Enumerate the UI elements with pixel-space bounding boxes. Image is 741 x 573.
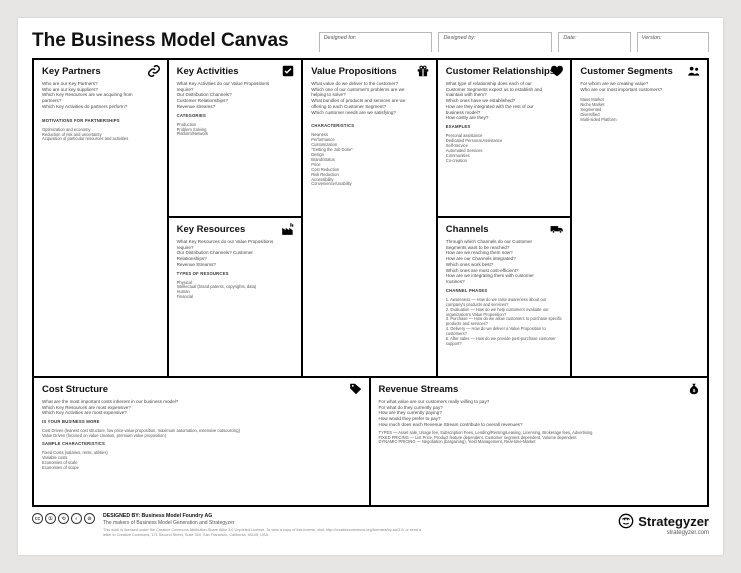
cell-questions: For what value are our customers really …: [379, 399, 667, 428]
cc-by-icon: ①: [45, 513, 56, 524]
cc-icon: cc: [32, 513, 43, 524]
meta-designed-for[interactable]: Designed for:: [319, 32, 433, 52]
cell-title: Value Propositions: [311, 66, 428, 77]
cell-sub: TYPES OF RESOURCESPhysicalIntellectual (…: [177, 271, 294, 301]
cell-cost-structure: Cost Structure What are the most importa…: [34, 378, 371, 505]
strategyzer-mark-icon: [618, 513, 634, 529]
cell-sub: CHARACTERISTICSNewnessPerformanceCustomi…: [311, 121, 428, 187]
designed-by-label: DESIGNED BY:: [103, 513, 140, 519]
cell-key-resources: Key Resources What Key Resources do our …: [169, 218, 302, 376]
cc-license-icons: cc ① ⟲ ◐ ⊘: [32, 513, 95, 524]
cell-sub: TYPES — Asset sale, Usage fee, Subscript…: [379, 431, 700, 446]
cell-title: Key Activities: [177, 66, 294, 77]
cell-sub: Mass MarketNiche MarketSegmentedDiversif…: [580, 98, 699, 123]
cell-questions: What type of relationship does each of o…: [446, 81, 551, 121]
cell-questions: Through which Channels do our Customer S…: [446, 239, 551, 285]
cell-sub: CATEGORIESProductionProblem SolvingPlatf…: [177, 113, 294, 138]
cell-customer-segments: Customer Segments For whom are we creati…: [572, 60, 707, 376]
designed-by-block: DESIGNED BY: Business Model Foundry AG T…: [103, 513, 423, 526]
money-bag-icon: $: [687, 382, 701, 396]
canvas-sheet: The Business Model Canvas Designed for: …: [18, 18, 723, 555]
meta-designed-by[interactable]: Designed by:: [438, 32, 552, 52]
gift-icon: [416, 64, 430, 78]
cell-questions: What are the most important costs inhere…: [42, 399, 329, 416]
cell-questions: Who are our Key Partners?Who are our key…: [42, 81, 147, 110]
canvas-grid: Key Partners Who are our Key Partners?Wh…: [32, 58, 709, 507]
cell-questions: What Key Activities do our Value Proposi…: [177, 81, 282, 110]
cell-key-partners: Key Partners Who are our Key Partners?Wh…: [34, 60, 169, 376]
page-title: The Business Model Canvas: [32, 30, 289, 52]
cell-title: Key Partners: [42, 66, 159, 77]
brand-logo: Strategyzer: [618, 513, 709, 529]
cell-questions: For whom are we creating value?Who are o…: [580, 81, 687, 92]
cell-title: Customer Relationships: [446, 66, 563, 77]
brand-name: Strategyzer: [638, 514, 709, 529]
cell-channels: Channels Through which Channels do our C…: [438, 218, 571, 376]
cc-nc-icon: ⊘: [84, 513, 95, 524]
cell-title: Customer Segments: [580, 66, 699, 77]
truck-icon: [550, 222, 564, 236]
meta-fields: Designed for: Designed by: Date: Version…: [319, 32, 709, 52]
cell-title: Key Resources: [177, 224, 294, 235]
cell-customer-relationships: Customer Relationships What type of rela…: [438, 60, 571, 218]
cell-value-propositions: Value Propositions What value do we deli…: [303, 60, 438, 376]
factory-icon: [281, 222, 295, 236]
checkbox-icon: [281, 64, 295, 78]
cell-revenue-streams: Revenue Streams $ For what value are our…: [371, 378, 708, 505]
cc-sa-icon: ⟲: [58, 513, 69, 524]
cell-title: Cost Structure: [42, 384, 361, 395]
col-activities-resources: Key Activities What Key Activities do ou…: [169, 60, 304, 376]
legal-text: This work is licensed under the Creative…: [103, 528, 423, 537]
people-icon: [687, 64, 701, 78]
col-relationships-channels: Customer Relationships What type of rela…: [438, 60, 573, 376]
svg-text:$: $: [693, 388, 696, 393]
cell-title: Revenue Streams: [379, 384, 700, 395]
cell-sub: MOTIVATIONS FOR PARTNERSHIPSOptimization…: [42, 116, 159, 143]
heart-icon: [550, 64, 564, 78]
cell-questions: What value do we deliver to the customer…: [311, 81, 416, 115]
designed-by-tagline: The makers of Business Model Generation …: [103, 520, 423, 527]
cell-questions: What Key Resources do our Value Proposit…: [177, 239, 282, 268]
cell-title: Channels: [446, 224, 563, 235]
cell-key-activities: Key Activities What Key Activities do ou…: [169, 60, 302, 218]
cell-sub: IS YOUR BUSINESS MORECost Driven (leanes…: [42, 419, 361, 470]
upper-row: Key Partners Who are our Key Partners?Wh…: [34, 60, 707, 376]
cell-sub: CHANNEL PHASES1. Awareness — How do we r…: [446, 288, 563, 347]
footer: cc ① ⟲ ◐ ⊘ DESIGNED BY: Business Model F…: [32, 513, 709, 547]
designed-by-name: Business Model Foundry AG: [142, 513, 213, 519]
tag-icon: [349, 382, 363, 396]
meta-date[interactable]: Date:: [558, 32, 630, 52]
brand-url: strategyzer.com: [667, 530, 709, 536]
lower-row: Cost Structure What are the most importa…: [34, 376, 707, 505]
header-row: The Business Model Canvas Designed for: …: [32, 30, 709, 52]
cc-nd-icon: ◐: [71, 513, 82, 524]
cell-sub: EXAMPLESPersonal assistanceDedicated Per…: [446, 124, 563, 163]
meta-version[interactable]: Version:: [637, 32, 709, 52]
link-icon: [147, 64, 161, 78]
